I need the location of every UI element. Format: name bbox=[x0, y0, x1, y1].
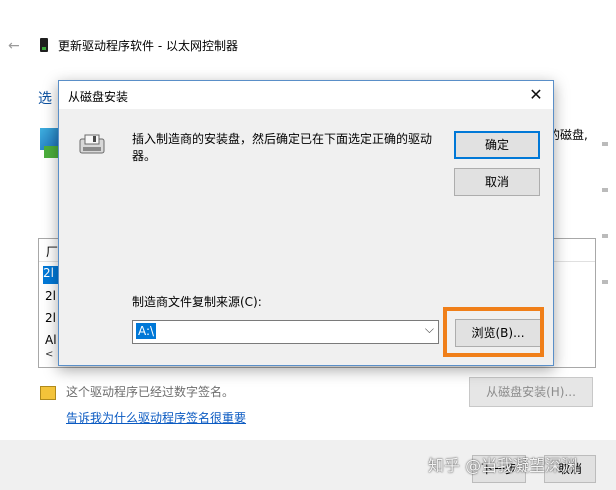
chevron-down-icon[interactable]: ⌵ bbox=[425, 322, 434, 337]
page-heading: 选 bbox=[38, 91, 52, 107]
right-edge-scrollbar[interactable] bbox=[596, 48, 616, 408]
list-item[interactable]: 2l bbox=[45, 289, 59, 307]
cancel-button[interactable]: 取消 bbox=[454, 168, 540, 196]
source-path-combobox[interactable]: A:\ ⌵ bbox=[132, 320, 439, 344]
source-label: 制造商文件复制来源(C): bbox=[132, 295, 262, 309]
device-icon bbox=[40, 38, 48, 52]
dialog-titlebar: 从磁盘安装 ✕ bbox=[59, 81, 553, 109]
signing-info-link[interactable]: 告诉我为什么驱动程序签名很重要 bbox=[66, 409, 246, 426]
list-item[interactable]: 2l bbox=[45, 311, 59, 329]
signed-status-text: 这个驱动程序已经过数字签名。 bbox=[66, 385, 235, 399]
dialog-title: 从磁盘安装 bbox=[68, 90, 129, 104]
have-disk-button[interactable]: 从磁盘安装(H)... bbox=[469, 377, 593, 407]
signed-driver-icon bbox=[40, 386, 56, 400]
back-arrow-icon[interactable]: ← bbox=[8, 38, 24, 54]
list-item[interactable]: 2l bbox=[43, 266, 59, 284]
scroll-left-arrow-icon[interactable]: < bbox=[45, 349, 53, 360]
window-title: 更新驱动程序软件 - 以太网控制器 bbox=[58, 39, 238, 53]
dialog-message: 插入制造商的安装盘，然后确定已在下面选定正确的驱动器。 bbox=[132, 132, 433, 163]
install-from-disk-dialog: 从磁盘安装 ✕ 插入制造商的安装盘，然后确定已在下面选定正确的驱动器。 确定 取… bbox=[58, 80, 554, 366]
ok-button[interactable]: 确定 bbox=[454, 131, 540, 159]
annotation-highlight-box bbox=[443, 307, 544, 357]
network-adapter-icon-part bbox=[44, 146, 58, 158]
watermark: 知乎 @当我凝望深渊 bbox=[428, 456, 578, 475]
close-icon[interactable]: ✕ bbox=[521, 83, 551, 107]
floppy-disk-icon bbox=[79, 134, 105, 154]
source-path-value[interactable]: A:\ bbox=[136, 323, 157, 339]
